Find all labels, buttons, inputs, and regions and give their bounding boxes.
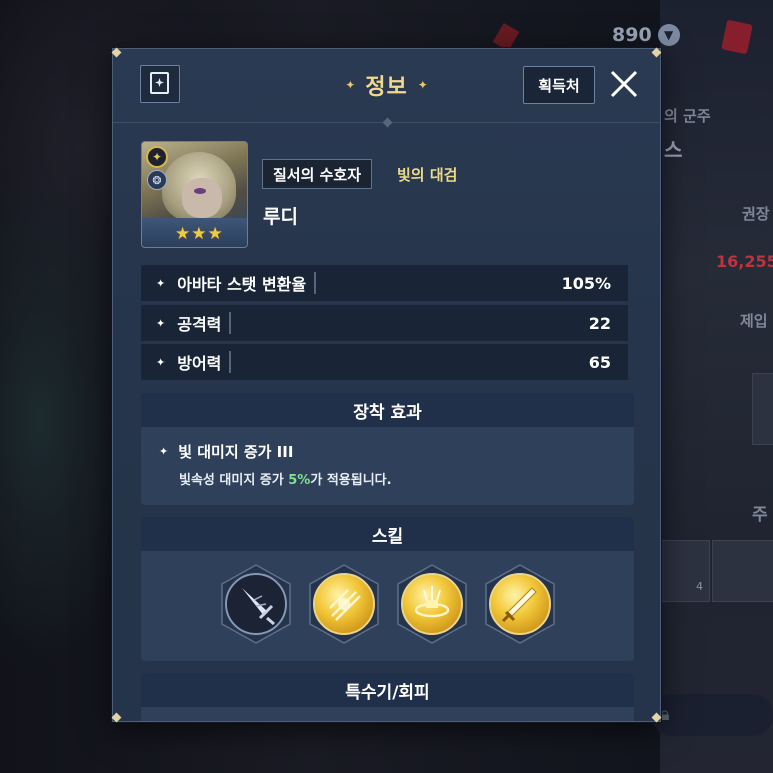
holy-blade-icon — [488, 573, 551, 635]
lock-icon: 🔒︎ — [660, 704, 670, 725]
effect-name-line: ✦ 빛 대미지 증가 III — [159, 441, 293, 462]
skill-section: 스킬 — [141, 517, 634, 661]
bg-make-text: 제입 — [740, 312, 768, 330]
section-header: 스킬 — [141, 517, 634, 551]
effect-percent: 5% — [288, 473, 311, 488]
bg-slot-count: 4 — [696, 580, 703, 593]
bg-slot — [712, 540, 773, 602]
bullet-icon: ✦ — [156, 355, 166, 369]
effect-name: 빛 대미지 증가 III — [178, 443, 294, 461]
skill-list — [141, 563, 634, 645]
star-ornament-icon: ✦ — [345, 78, 356, 92]
stat-label: 공격력 — [177, 312, 232, 334]
skill-slot[interactable] — [396, 563, 468, 645]
stat-label: 방어력 — [177, 351, 232, 373]
character-name: 루디 — [263, 206, 298, 228]
rank-badge-icon: ✦ — [146, 146, 168, 168]
portrait-eye — [194, 188, 206, 194]
sword-slash-icon — [224, 573, 287, 635]
section-header: 장착 효과 — [141, 393, 634, 427]
chevron-down-icon[interactable]: ▼ — [657, 24, 680, 46]
star-ornament-icon: ✦ — [417, 78, 428, 92]
star-icon: ★ — [207, 224, 223, 244]
effect-desc-prefix: 빛속성 대미지 증가 — [179, 473, 289, 488]
bg-recommend-text: 권장 — [742, 205, 770, 223]
stat-row: ✦ 방어력 65 — [141, 344, 628, 380]
skill-slot[interactable] — [308, 563, 380, 645]
stat-value: 65 — [588, 352, 611, 372]
stat-label: 아바타 스탯 변환율 — [177, 272, 317, 294]
bullet-icon: ✦ — [159, 445, 169, 458]
bullet-icon: ✦ — [156, 276, 166, 290]
star-icon: ★ — [191, 224, 207, 244]
portrait-face — [182, 178, 222, 218]
stat-row: ✦ 공격력 22 — [141, 305, 628, 341]
bg-main-text: 주 — [752, 505, 768, 525]
bg-name-fragment: 스 — [664, 138, 683, 162]
star-rating: ★ ★ ★ — [175, 224, 223, 244]
light-shard-icon — [312, 573, 375, 635]
bullet-icon: ✦ — [156, 316, 166, 330]
stat-value: 105% — [561, 273, 611, 293]
class-tag: 질서의 수호자 — [262, 159, 373, 189]
dialog-header: ✦ 정보 ✦ 획득처 — [113, 49, 660, 128]
stat-row: ✦ 아바타 스탯 변환율 105% — [141, 265, 628, 301]
info-dialog: ✦ 정보 ✦ 획득처 ✦ ❂ ★ ★ ★ 질서의 수호자 빛의 대검 루디 ✦ … — [112, 48, 661, 722]
stat-value: 22 — [588, 313, 611, 333]
weapon-type: 빛의 대검 — [397, 166, 458, 184]
dialog-title: 정보 — [365, 75, 408, 100]
effect-desc-suffix: 가 적용됩니다. — [310, 473, 392, 488]
acquire-source-button[interactable]: 획득처 — [523, 66, 595, 104]
bg-lock-bar — [652, 694, 773, 736]
close-icon[interactable] — [608, 68, 640, 100]
equip-effect-section: 장착 효과 ✦ 빛 대미지 증가 III 빛속성 대미지 증가 5%가 적용됩니… — [141, 393, 634, 505]
bg-lord-text: 의 군주 — [664, 107, 711, 125]
currency-display: 890 ▼ — [612, 24, 680, 46]
light-burst-icon — [400, 573, 463, 635]
skill-slot[interactable] — [484, 563, 556, 645]
light-element-icon: ❂ — [147, 170, 167, 190]
section-header: 특수기/회피 — [141, 673, 634, 707]
currency-value: 890 — [612, 24, 652, 46]
bg-power-text: 16,255 — [716, 252, 773, 271]
skill-slot[interactable] — [220, 563, 292, 645]
effect-description: 빛속성 대미지 증가 5%가 적용됩니다. — [179, 469, 392, 488]
special-evade-section: 특수기/회피 — [141, 673, 634, 721]
divider-ornament — [382, 117, 393, 128]
character-portrait[interactable]: ✦ ❂ ★ ★ ★ — [141, 141, 248, 248]
star-icon: ★ — [175, 224, 191, 244]
bg-slot — [752, 373, 773, 445]
